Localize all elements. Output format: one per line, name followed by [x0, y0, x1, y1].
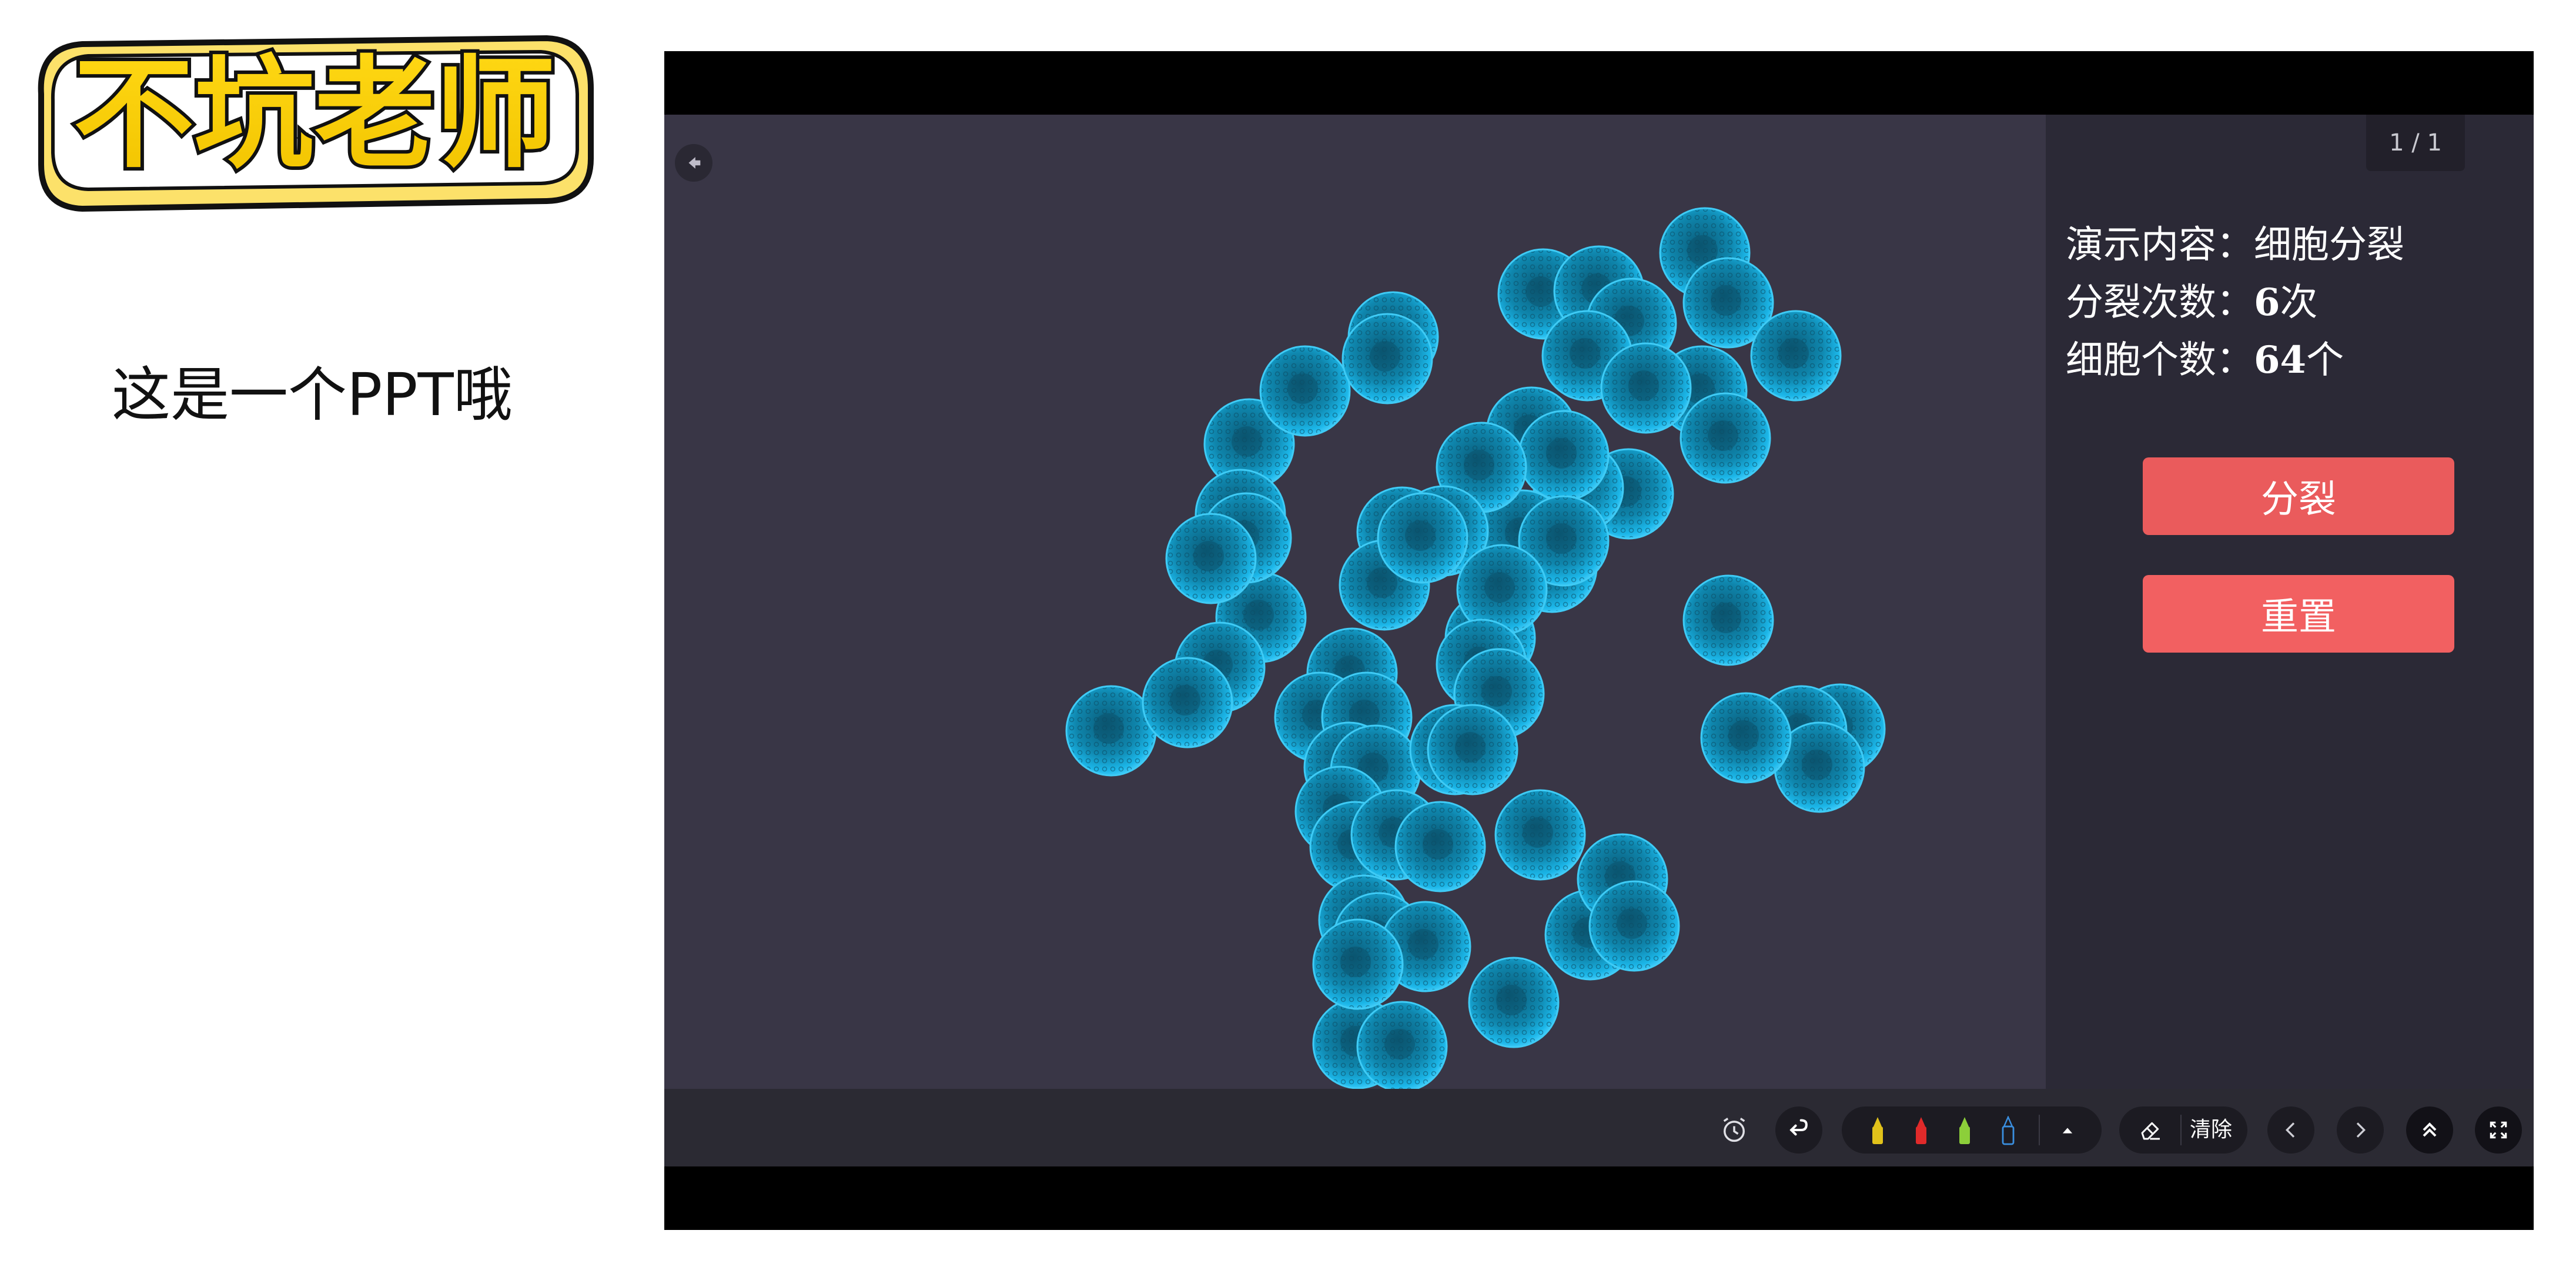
- svg-text:不坑老师: 不坑老师: [73, 45, 556, 185]
- cell-count-label: 细胞个数：: [2066, 339, 2254, 382]
- cell: [1750, 310, 1842, 402]
- red-pen-icon[interactable]: [1913, 1116, 1929, 1145]
- next-page-button[interactable]: [2337, 1106, 2384, 1154]
- cell-division-stage: [664, 115, 2046, 1089]
- chevron-right-icon: [2356, 1122, 2366, 1138]
- alarm-clock-icon: [1723, 1118, 1745, 1142]
- page-indicator: 1 / 1: [2366, 115, 2465, 171]
- green-pen-icon[interactable]: [1957, 1116, 1972, 1145]
- reset-button[interactable]: 重置: [2143, 575, 2454, 653]
- cell: [1682, 574, 1774, 666]
- caret-up-icon[interactable]: [2059, 1122, 2076, 1139]
- cell: [1356, 1001, 1448, 1089]
- divide-button[interactable]: 分裂: [2143, 457, 2454, 535]
- cell: [1312, 918, 1404, 1010]
- cell: [1394, 801, 1486, 892]
- division-count-line: 分裂次数：6次: [2066, 272, 2318, 326]
- clear-divider: [2180, 1115, 2182, 1145]
- cell: [1600, 342, 1692, 434]
- cell: [1700, 692, 1792, 784]
- presentation-player: 1 / 1 演示内容：细胞分裂 分裂次数：6次 细胞个数：64个 分裂 重置 清…: [664, 51, 2534, 1230]
- yellow-pen-icon[interactable]: [1870, 1116, 1885, 1145]
- double-chevron-up-icon: [2423, 1122, 2437, 1137]
- division-count-label: 分裂次数：: [2066, 281, 2254, 325]
- cell: [1427, 704, 1518, 795]
- control-panel: 1 / 1 演示内容：细胞分裂 分裂次数：6次 细胞个数：64个 分裂 重置: [2046, 115, 2534, 1089]
- bukeng-teacher-logo: 不坑老师: [38, 35, 594, 212]
- cell: [1259, 345, 1351, 437]
- cell: [1468, 957, 1560, 1048]
- demo-content-line: 演示内容：细胞分裂: [2066, 215, 2404, 269]
- cell: [1518, 410, 1610, 502]
- cell: [1680, 392, 1771, 484]
- pen-divider: [2039, 1115, 2040, 1145]
- cell-count-value: 64: [2254, 338, 2307, 382]
- demo-content-label: 演示内容：: [2066, 223, 2254, 267]
- clear-label: 清除: [2190, 1118, 2233, 1142]
- cells-canvas: [1065, 207, 1886, 1089]
- back-button[interactable]: [675, 144, 712, 182]
- clear-button[interactable]: 清除: [2119, 1106, 2247, 1154]
- fullscreen-icon: [2490, 1121, 2507, 1139]
- cell-count-line: 细胞个数：64个: [2066, 330, 2344, 384]
- arrow-left-icon: [688, 157, 701, 169]
- division-count-value: 6: [2254, 280, 2280, 325]
- cell: [1588, 880, 1680, 972]
- undo-button[interactable]: [1775, 1106, 1822, 1154]
- previous-page-button[interactable]: [2267, 1106, 2314, 1154]
- cell-count-unit: 个: [2306, 339, 2344, 382]
- timer-button[interactable]: [1711, 1106, 1758, 1154]
- cell: [1142, 657, 1233, 748]
- demo-content-value: 细胞分裂: [2254, 223, 2404, 267]
- player-toolbar: 清除: [664, 1089, 2534, 1166]
- cell: [1494, 789, 1586, 881]
- slide-caption: 这是一个PPT哦: [112, 360, 513, 429]
- chevron-left-icon: [2285, 1122, 2295, 1138]
- blue-pen-icon[interactable]: [2000, 1116, 2016, 1145]
- collapse-toolbar-button[interactable]: [2406, 1106, 2453, 1154]
- eraser-icon: [2141, 1122, 2160, 1140]
- cell: [1341, 313, 1433, 404]
- pen-toolbar: [1842, 1106, 2102, 1154]
- cell: [1165, 513, 1257, 604]
- cell: [1377, 492, 1468, 584]
- fullscreen-button[interactable]: [2475, 1106, 2522, 1154]
- division-count-unit: 次: [2280, 281, 2318, 325]
- undo-icon: [1789, 1119, 1808, 1136]
